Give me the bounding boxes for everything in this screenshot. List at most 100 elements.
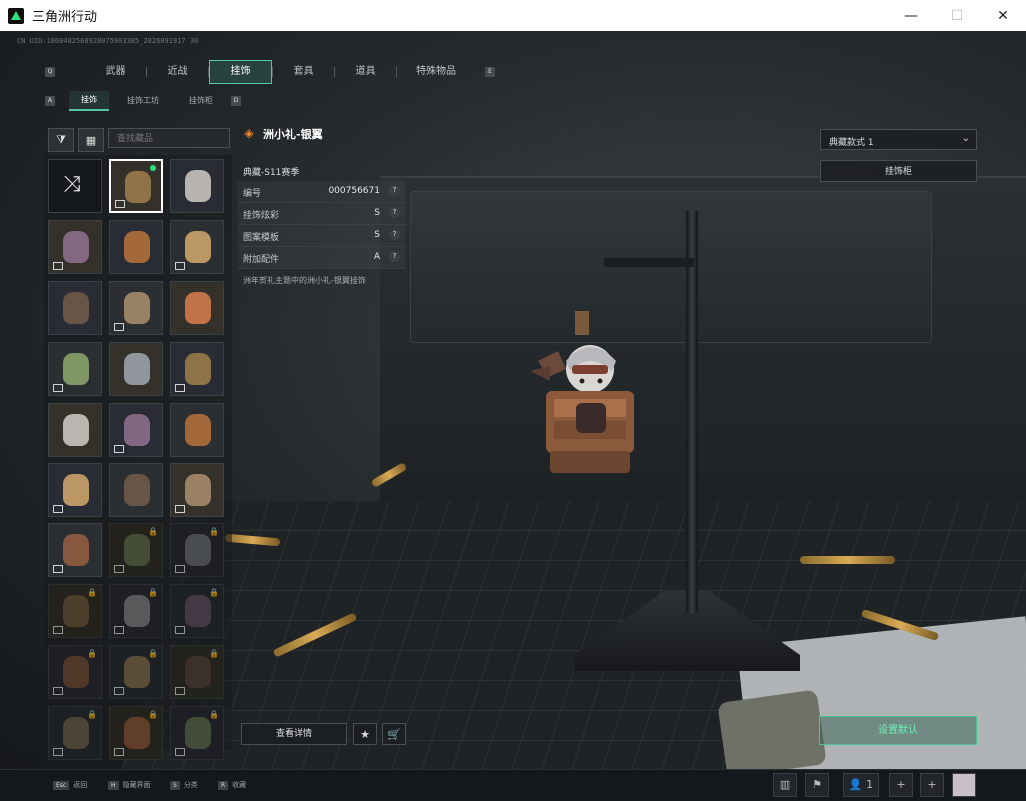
- charm-item-cell[interactable]: [48, 281, 102, 335]
- charm-thumbnail: [185, 414, 211, 446]
- image-badge-icon: [114, 626, 124, 634]
- prev-subtab-key[interactable]: A: [45, 96, 55, 106]
- charm-item-cell[interactable]: 🔒: [109, 706, 163, 760]
- charm-item-cell[interactable]: 🔒: [170, 584, 224, 638]
- hint-back[interactable]: Esc 返回: [53, 780, 87, 790]
- charm-item-cell[interactable]: [170, 281, 224, 335]
- charm-item-cell[interactable]: [109, 403, 163, 457]
- filter-button[interactable]: ⧩: [48, 128, 74, 152]
- charm-model[interactable]: [520, 311, 650, 481]
- bullet-prop: [800, 556, 895, 564]
- charm-item-cell[interactable]: [48, 463, 102, 517]
- tab-weapons[interactable]: 武器: [85, 60, 146, 84]
- charm-item-cell[interactable]: 🔒: [109, 523, 163, 577]
- random-charm-cell[interactable]: ⤨: [48, 159, 102, 213]
- charm-item-cell[interactable]: 🔒: [170, 645, 224, 699]
- next-subtab-key[interactable]: D: [231, 96, 241, 106]
- charm-item-cell[interactable]: [48, 220, 102, 274]
- close-button[interactable]: ✕: [980, 0, 1026, 31]
- minimize-button[interactable]: —: [888, 0, 934, 31]
- prev-tab-key[interactable]: Q: [45, 67, 55, 77]
- help-icon[interactable]: ?: [389, 251, 400, 262]
- grid-view-button[interactable]: ▦: [78, 128, 104, 152]
- favorite-button[interactable]: ★: [353, 723, 377, 745]
- charm-item-cell[interactable]: [48, 342, 102, 396]
- tab-charms[interactable]: 挂饰: [209, 60, 272, 84]
- attr-row: 挂饰炫彩 S ?: [238, 203, 406, 225]
- charm-item-cell[interactable]: [109, 159, 163, 213]
- next-tab-key[interactable]: E: [485, 67, 495, 77]
- rarity-icon: ◈: [244, 126, 254, 140]
- image-badge-icon: [175, 505, 185, 513]
- shop-button[interactable]: 🛒: [382, 723, 406, 745]
- tab-gear[interactable]: 套具: [273, 60, 334, 84]
- item-title: 洲小礼-银翼: [263, 128, 323, 141]
- lock-icon: 🔒: [148, 710, 158, 719]
- item-season: 典藏-S11赛季: [243, 168, 300, 178]
- lock-icon: 🔒: [209, 710, 219, 719]
- charm-thumbnail: [124, 717, 150, 749]
- charm-thumbnail: [63, 414, 89, 446]
- charm-thumbnail: [63, 474, 89, 506]
- hint-favorite[interactable]: R 收藏: [218, 780, 246, 790]
- charm-item-cell[interactable]: 🔒: [109, 645, 163, 699]
- bar-chart-icon: ▥: [779, 778, 791, 791]
- image-badge-icon: [53, 748, 63, 756]
- charm-item-cell[interactable]: [48, 523, 102, 577]
- help-icon[interactable]: ?: [389, 185, 400, 196]
- view-details-button[interactable]: 查看详情: [241, 723, 347, 745]
- avatar[interactable]: [952, 773, 976, 797]
- charm-item-cell[interactable]: [170, 342, 224, 396]
- lock-icon: 🔒: [148, 527, 158, 536]
- charm-item-cell[interactable]: [170, 403, 224, 457]
- charm-item-cell[interactable]: [170, 220, 224, 274]
- charm-item-cell[interactable]: 🔒: [48, 706, 102, 760]
- image-badge-icon: [53, 565, 63, 573]
- charm-item-cell[interactable]: 🔒: [48, 584, 102, 638]
- subtab-charm-cabinet[interactable]: 挂饰柜: [177, 92, 225, 110]
- charm-cabinet-button[interactable]: 挂饰柜: [820, 160, 977, 182]
- charm-item-cell[interactable]: [109, 220, 163, 274]
- charm-thumbnail: [185, 292, 211, 324]
- subtab-charms[interactable]: 挂饰: [69, 91, 109, 111]
- charm-item-cell[interactable]: [109, 463, 163, 517]
- maximize-button[interactable]: ☐: [934, 0, 980, 31]
- charm-item-cell[interactable]: [170, 463, 224, 517]
- charm-item-cell[interactable]: [170, 159, 224, 213]
- charm-thumbnail: [124, 353, 150, 385]
- subtab-charm-workshop[interactable]: 挂饰工坊: [115, 92, 171, 110]
- charm-item-cell[interactable]: 🔒: [109, 584, 163, 638]
- app-logo-icon: [8, 7, 24, 24]
- hint-sort[interactable]: S 分类: [170, 780, 198, 790]
- charm-item-cell[interactable]: 🔒: [48, 645, 102, 699]
- charm-thumbnail: [185, 353, 211, 385]
- flag-button[interactable]: ⚑: [805, 773, 829, 797]
- lock-icon: 🔒: [87, 649, 97, 658]
- image-badge-icon: [175, 748, 185, 756]
- friends-icon: 👤: [848, 778, 863, 791]
- friends-button[interactable]: 👤 1: [843, 773, 879, 797]
- category-tabs: Q 武器 近战 挂饰 套具 道具 特殊物品 E: [45, 59, 508, 85]
- set-default-button[interactable]: 设置默认: [819, 716, 977, 745]
- charm-item-cell[interactable]: 🔒: [170, 523, 224, 577]
- sub-tabs: A 挂饰 挂饰工坊 挂饰柜 D: [45, 91, 241, 111]
- charm-item-cell[interactable]: [109, 342, 163, 396]
- add-slot-button[interactable]: +: [920, 773, 944, 797]
- hint-hide-ui[interactable]: H 隐藏界面: [108, 780, 151, 790]
- help-icon[interactable]: ?: [389, 229, 400, 240]
- attr-row: 图案模板 S ?: [238, 225, 406, 247]
- image-badge-icon: [53, 384, 63, 392]
- charm-item-cell[interactable]: 🔒: [170, 706, 224, 760]
- charm-item-cell[interactable]: [109, 281, 163, 335]
- search-input[interactable]: [108, 128, 230, 148]
- stats-button[interactable]: ▥: [773, 773, 797, 797]
- charm-thumbnail: [63, 595, 89, 627]
- tab-props[interactable]: 道具: [335, 60, 396, 84]
- charm-thumbnail: [185, 717, 211, 749]
- add-slot-button[interactable]: +: [889, 773, 913, 797]
- tab-special-items[interactable]: 特殊物品: [397, 60, 475, 84]
- style-select[interactable]: 典藏款式 1 ⌄: [820, 129, 977, 150]
- help-icon[interactable]: ?: [389, 207, 400, 218]
- tab-melee[interactable]: 近战: [147, 60, 208, 84]
- charm-item-cell[interactable]: [48, 403, 102, 457]
